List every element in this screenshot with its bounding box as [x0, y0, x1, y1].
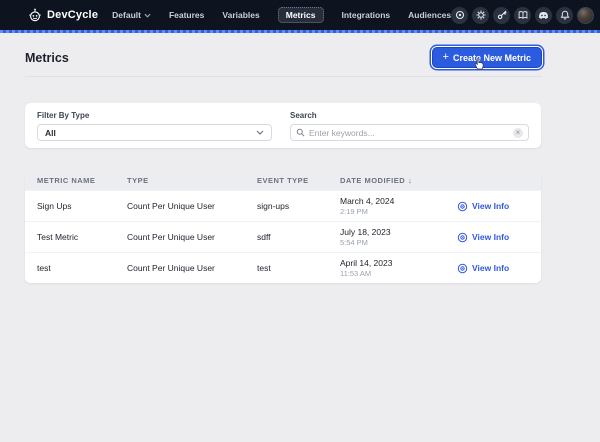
user-avatar[interactable] [577, 7, 594, 24]
nav-item-integrations[interactable]: Integrations [342, 7, 391, 23]
cell-event-type: sdff [257, 232, 340, 242]
clear-search-icon[interactable]: × [513, 128, 523, 138]
nav-item-label: Integrations [342, 10, 391, 20]
eye-icon [457, 232, 468, 243]
bell-icon[interactable] [556, 7, 573, 24]
top-navbar: DevCycle Default Features Variables Metrics… [0, 0, 600, 30]
column-header-event-type[interactable]: EVENT TYPE [257, 176, 340, 185]
cell-date: July 18, 2023 [340, 227, 457, 238]
nav-item-variables[interactable]: Variables [222, 7, 259, 23]
search-label: Search [290, 111, 529, 120]
search-input[interactable] [309, 128, 513, 138]
sort-descending-icon: ↓ [408, 176, 412, 185]
nav-item-audiences[interactable]: Audiences [408, 7, 451, 23]
target-icon[interactable] [451, 7, 468, 24]
cell-date: April 14, 2023 [340, 258, 457, 269]
filter-card: Filter By Type All Search × [25, 103, 541, 148]
view-info-label: View Info [472, 232, 509, 242]
navbar-actions [451, 7, 594, 24]
nav-item-label: Default [112, 10, 141, 20]
cell-date-modified: April 14, 2023 11:53 AM [340, 258, 457, 278]
column-header-metric-name[interactable]: METRIC NAME [37, 176, 127, 185]
gear-icon[interactable] [472, 7, 489, 24]
cell-event-type: test [257, 263, 340, 273]
book-icon[interactable] [514, 7, 531, 24]
table-row: Test Metric Count Per Unique User sdff J… [25, 221, 541, 252]
chevron-down-icon [256, 130, 264, 135]
table-row: test Count Per Unique User test April 14… [25, 252, 541, 283]
search-box: × [290, 124, 529, 141]
view-info-link[interactable]: View Info [457, 263, 529, 274]
nav-item-features[interactable]: Features [169, 7, 204, 23]
nav-item-label: Variables [222, 10, 259, 20]
nav-item-label: Metrics [286, 10, 316, 20]
cell-metric-name: test [37, 263, 127, 273]
header-divider [25, 76, 542, 77]
column-header-date-modified[interactable]: DATE MODIFIED ↓ [340, 176, 457, 185]
view-info-label: View Info [472, 263, 509, 273]
nav-item-default[interactable]: Default [112, 7, 151, 23]
nav-links: Default Features Variables Metrics Integrati… [112, 7, 451, 23]
filter-by-type-label: Filter By Type [37, 111, 272, 120]
key-icon[interactable] [493, 7, 510, 24]
view-info-link[interactable]: View Info [457, 201, 529, 212]
view-info-label: View Info [472, 201, 509, 211]
cell-date: March 4, 2024 [340, 196, 457, 207]
robot-logo-icon [28, 8, 42, 22]
page-title: Metrics [25, 51, 69, 65]
cell-date-modified: July 18, 2023 5:54 PM [340, 227, 457, 247]
discord-icon[interactable] [535, 7, 552, 24]
cell-time: 11:53 AM [340, 269, 457, 278]
cell-event-type: sign-ups [257, 201, 340, 211]
table-header-row: METRIC NAME TYPE EVENT TYPE DATE MODIFIE… [25, 170, 541, 190]
nav-item-label: Features [169, 10, 204, 20]
cell-metric-name: Sign Ups [37, 201, 127, 211]
cell-time: 5:54 PM [340, 238, 457, 247]
eye-icon [457, 201, 468, 212]
view-info-link[interactable]: View Info [457, 232, 529, 243]
column-header-type[interactable]: TYPE [127, 176, 257, 185]
cell-type: Count Per Unique User [127, 201, 257, 211]
table-row: Sign Ups Count Per Unique User sign-ups … [25, 190, 541, 221]
search-icon [296, 128, 305, 137]
cell-time: 2:19 PM [340, 207, 457, 216]
create-new-metric-label: Create New Metric [453, 53, 531, 63]
chevron-down-icon [144, 13, 151, 18]
plus-icon: + [443, 52, 449, 63]
create-new-metric-button[interactable]: + Create New Metric [432, 47, 542, 68]
accent-bar [0, 30, 600, 33]
filter-type-select[interactable]: All [37, 124, 272, 141]
metrics-table: METRIC NAME TYPE EVENT TYPE DATE MODIFIE… [25, 170, 541, 283]
nav-item-metrics[interactable]: Metrics [278, 7, 324, 23]
cell-type: Count Per Unique User [127, 232, 257, 242]
table-body: Sign Ups Count Per Unique User sign-ups … [25, 190, 541, 283]
filter-type-value: All [45, 128, 256, 138]
eye-icon [457, 263, 468, 274]
cell-date-modified: March 4, 2024 2:19 PM [340, 196, 457, 216]
cell-metric-name: Test Metric [37, 232, 127, 242]
devcycle-logo[interactable]: DevCycle [28, 8, 98, 22]
brand-name: DevCycle [47, 9, 98, 21]
cell-type: Count Per Unique User [127, 263, 257, 273]
nav-item-label: Audiences [408, 10, 451, 20]
